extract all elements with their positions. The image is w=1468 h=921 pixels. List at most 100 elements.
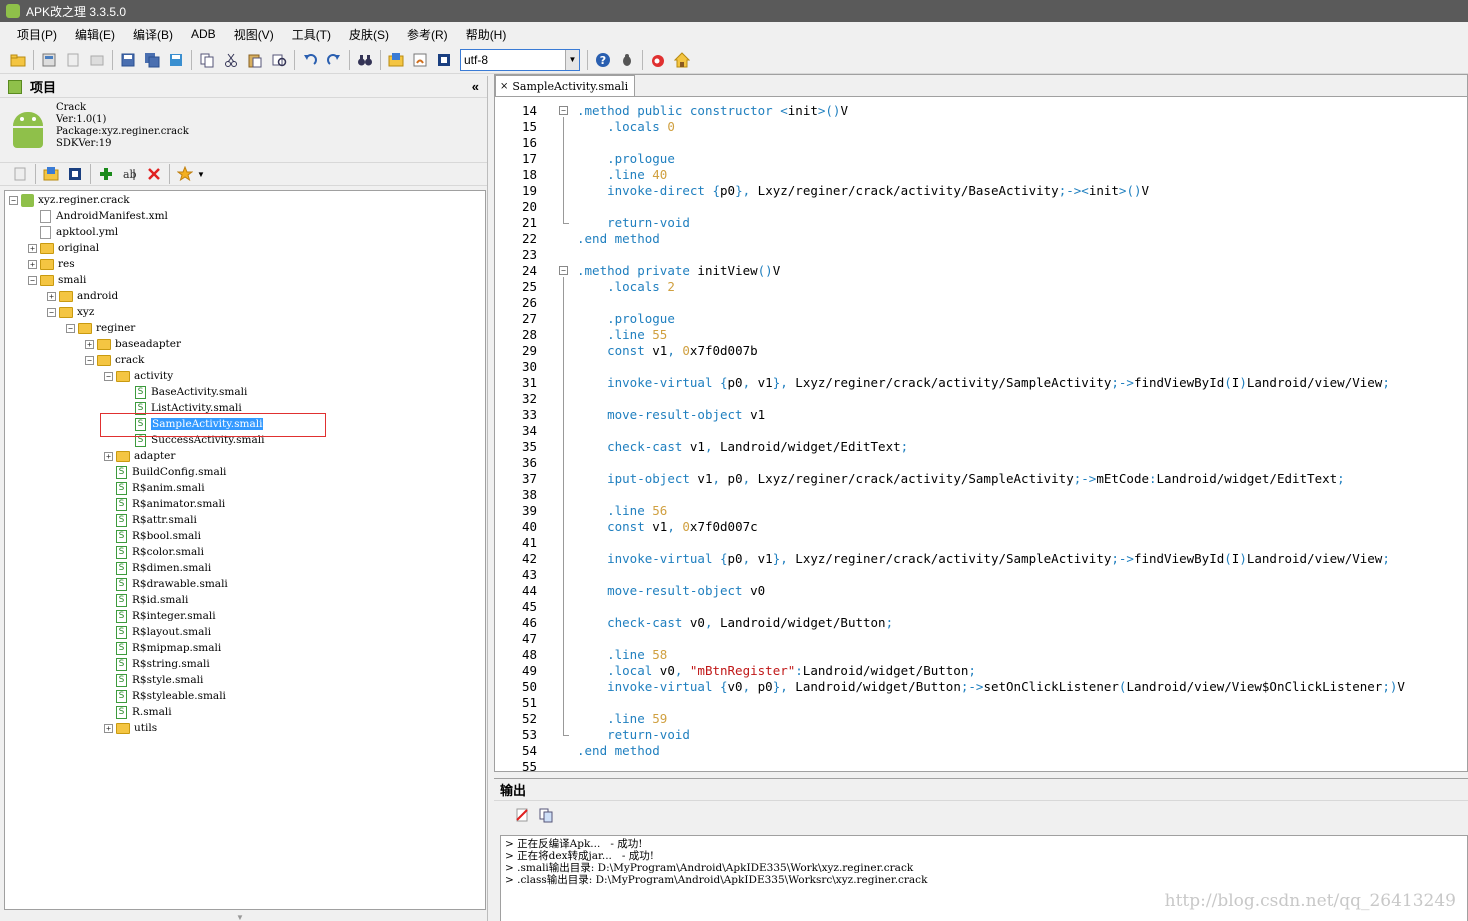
menu-adb[interactable]: ADB [182,27,225,41]
collapse-icon[interactable]: − [66,323,75,333]
copy-icon[interactable] [196,49,218,71]
encoding-select[interactable]: utf-8 ▼ [460,48,580,71]
menu-tools[interactable]: 工具(T) [283,26,340,43]
tree-item[interactable]: S R$dimen.smali [104,560,211,576]
collapse-panel-button[interactable]: « [472,79,479,94]
smali-file-icon: S [135,385,146,399]
open-folder-icon[interactable] [7,49,29,71]
tree-item[interactable]: S R$mipmap.smali [104,640,221,656]
menu-build[interactable]: 编译(B) [124,26,182,43]
chevron-down-icon[interactable]: ▼ [565,49,579,70]
favorites-dropdown-icon[interactable]: ▼ [197,170,205,179]
explore-icon[interactable] [64,163,86,185]
menu-view[interactable]: 视图(V) [225,26,283,43]
fold-toggle-icon[interactable]: − [559,106,568,115]
collapse-icon[interactable]: − [9,195,18,205]
collapse-icon[interactable]: − [28,275,37,285]
tree-item[interactable]: AndroidManifest.xml [28,208,168,224]
tree-item[interactable]: S R$integer.smali [104,608,216,624]
find-binoculars-icon[interactable] [354,49,376,71]
tree-item[interactable]: apktool.yml [28,224,118,240]
code-line: 52 .line 59 [495,711,1467,727]
dex-icon[interactable] [433,49,455,71]
expand-icon[interactable]: + [104,451,113,461]
open-project-icon[interactable] [40,163,62,185]
tree-item[interactable]: S R$attr.smali [104,512,197,528]
save-as-icon[interactable] [165,49,187,71]
tree-item[interactable]: S R$drawable.smali [104,576,228,592]
save-all-icon[interactable] [141,49,163,71]
tree-item[interactable]: S R$styleable.smali [104,688,226,704]
tree-item[interactable]: S R.smali [104,704,172,720]
tree-item[interactable]: S BuildConfig.smali [104,464,226,480]
tree-item[interactable]: + original [28,240,99,256]
fold-toggle-icon[interactable]: − [559,266,568,275]
tree-item[interactable]: + android [47,288,118,304]
refresh-file-icon[interactable] [9,163,31,185]
undo-icon[interactable] [299,49,321,71]
tree-item[interactable]: + adapter [104,448,175,464]
tree-item[interactable]: − activity [104,368,173,384]
redo-icon[interactable] [323,49,345,71]
tree-item[interactable]: − smali [28,272,86,288]
replace-icon[interactable] [268,49,290,71]
tree-item[interactable]: S R$bool.smali [104,528,201,544]
tree-item[interactable]: − reginer [66,320,135,336]
clear-output-icon[interactable] [511,804,533,826]
tree-item[interactable]: − xyz.reginer.crack [9,192,130,208]
tree-item[interactable]: S R$string.smali [104,656,210,672]
project-version: Ver:1.0(1) [56,114,107,125]
bug-icon[interactable] [616,49,638,71]
code-line: 18 .line 40 [495,167,1467,183]
splitter-handle[interactable]: ▼ [210,913,270,921]
expand-icon[interactable]: + [28,243,37,253]
menu-help[interactable]: 帮助(H) [457,26,516,43]
expand-icon[interactable]: + [85,339,94,349]
help-icon[interactable]: ? [592,49,614,71]
project-tree[interactable]: − xyz.reginer.crack AndroidManifest.xml apk… [4,190,486,910]
cut-icon[interactable] [220,49,242,71]
java-icon[interactable] [409,49,431,71]
tree-item[interactable]: S R$color.smali [104,544,204,560]
expand-icon[interactable]: + [104,723,113,733]
add-icon[interactable] [95,163,117,185]
copy-output-icon[interactable] [535,804,557,826]
tree-item[interactable]: + baseadapter [85,336,181,352]
paste-icon[interactable] [244,49,266,71]
menu-project[interactable]: 项目(P) [8,26,66,43]
tree-item[interactable]: S R$id.smali [104,592,188,608]
collapse-icon[interactable]: − [47,307,56,317]
favorites-star-icon[interactable] [174,163,196,185]
install-icon[interactable] [86,49,108,71]
save-icon[interactable] [117,49,139,71]
menu-reference[interactable]: 参考(R) [398,26,457,43]
build-icon[interactable] [38,49,60,71]
delete-icon[interactable] [143,163,165,185]
weibo-icon[interactable] [647,49,669,71]
toolbar-separator [642,49,643,70]
tree-item-label: R$bool.smali [132,530,201,542]
menu-edit[interactable]: 编辑(E) [66,26,124,43]
menu-skin[interactable]: 皮肤(S) [340,26,398,43]
collapse-icon[interactable]: − [85,355,94,365]
tab-sample-activity[interactable]: × SampleActivity.smali [495,75,636,96]
tree-item[interactable]: S R$animator.smali [104,496,225,512]
sign-icon[interactable] [62,49,84,71]
home-icon[interactable] [671,49,693,71]
tree-item[interactable]: S R$anim.smali [104,480,205,496]
tree-item[interactable]: − crack [85,352,144,368]
tree-item[interactable]: − xyz [47,304,94,320]
tree-item[interactable]: + res [28,256,75,272]
tree-item[interactable]: + utils [104,720,157,736]
tree-item[interactable]: S BaseActivity.smali [123,384,247,400]
code-view[interactable]: 14− .method public constructor <init>()V 1… [495,99,1467,771]
expand-icon[interactable]: + [47,291,56,301]
close-icon[interactable]: × [500,81,508,92]
tree-item[interactable]: S R$layout.smali [104,624,211,640]
expand-icon[interactable]: + [28,259,37,269]
open-file-icon[interactable] [385,49,407,71]
collapse-icon[interactable]: − [104,371,113,381]
rename-icon[interactable]: ab [119,163,141,185]
tree-item[interactable]: S R$style.smali [104,672,203,688]
